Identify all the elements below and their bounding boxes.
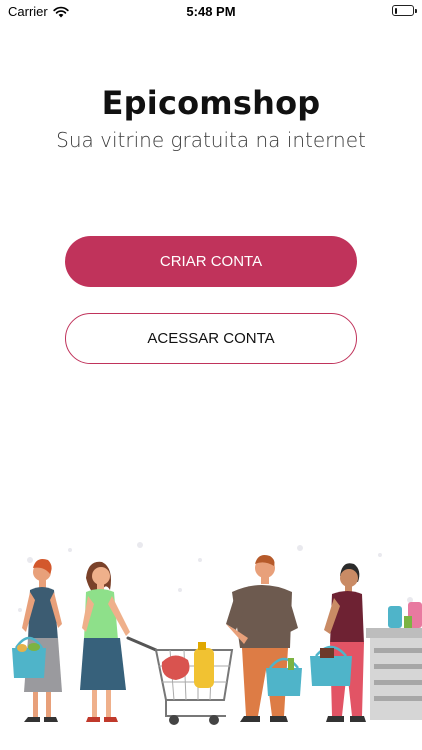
battery-level-fill xyxy=(394,7,397,14)
shoppers-queue-illustration xyxy=(12,542,422,725)
shopper-4 xyxy=(310,563,366,722)
shopper-2 xyxy=(80,561,130,722)
app-title: Epicomshop xyxy=(101,84,321,122)
access-account-button[interactable]: ACESSAR CONTA xyxy=(65,313,357,364)
status-bar: Carrier 5:48 PM xyxy=(0,0,422,24)
welcome-screen: Carrier 5:48 PM Epicomshop Sua vitrine g… xyxy=(0,0,422,750)
checkout-counter xyxy=(366,602,422,720)
status-time: 5:48 PM xyxy=(186,4,236,19)
shopper-3 xyxy=(226,555,302,722)
battery-icon xyxy=(392,5,417,16)
app-subtitle: Sua vitrine gratuita na internet xyxy=(56,128,366,152)
shopper-1 xyxy=(12,559,62,722)
create-account-button[interactable]: CRIAR CONTA xyxy=(65,236,357,287)
shopping-cart xyxy=(126,636,234,725)
